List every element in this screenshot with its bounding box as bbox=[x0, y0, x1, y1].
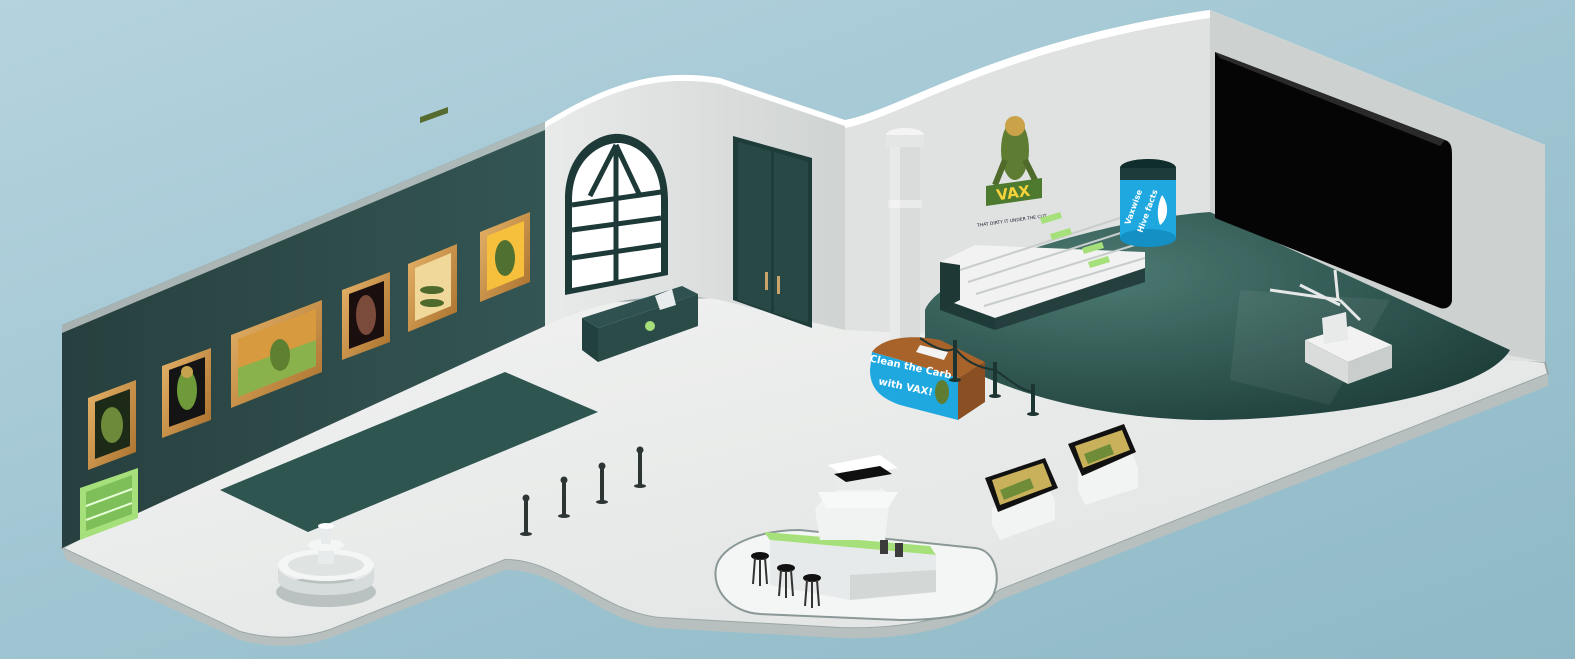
arched-window bbox=[565, 133, 668, 295]
double-door[interactable] bbox=[733, 136, 812, 328]
white-column bbox=[886, 128, 924, 342]
isometric-showroom-scene: VAX THAT DIRTY IT UNDER THE CUT Vaxwise … bbox=[59, 10, 1550, 646]
promo-tower: Vaxwise Hive facts bbox=[1120, 159, 1176, 247]
